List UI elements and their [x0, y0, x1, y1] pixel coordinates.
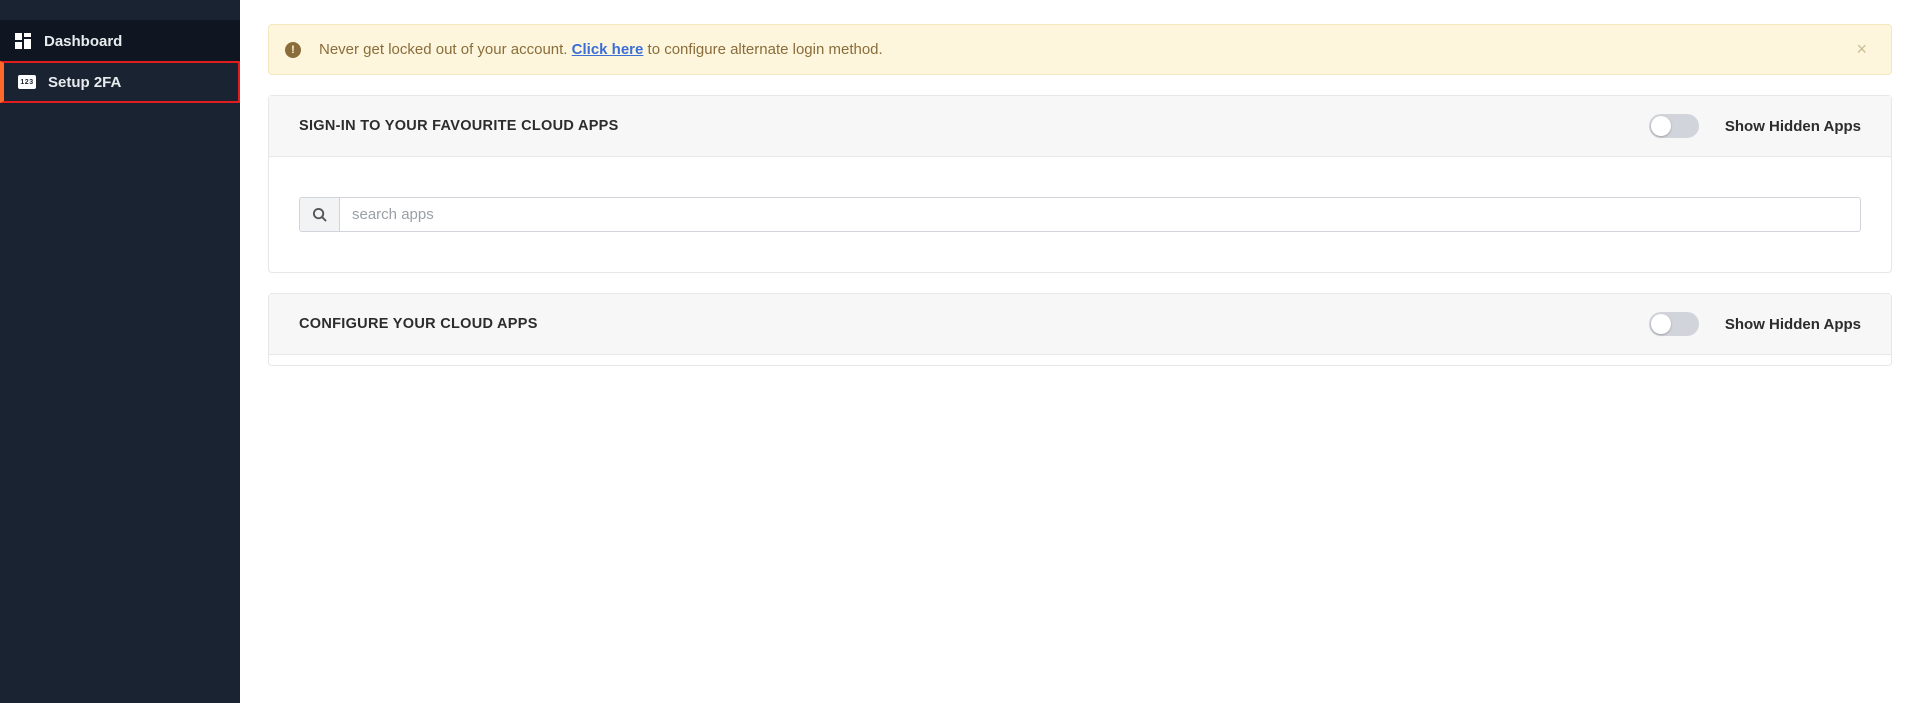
sidebar: Dashboard 123 Setup 2FA: [0, 0, 240, 703]
panel-header: SIGN-IN TO YOUR FAVOURITE CLOUD APPS Sho…: [269, 96, 1891, 157]
show-hidden-apps-toggle[interactable]: [1649, 114, 1699, 138]
panel-title: CONFIGURE YOUR CLOUD APPS: [299, 316, 538, 332]
close-icon[interactable]: ×: [1852, 39, 1871, 60]
toggle-label: Show Hidden Apps: [1725, 316, 1861, 333]
panel-title: SIGN-IN TO YOUR FAVOURITE CLOUD APPS: [299, 118, 619, 134]
panel-header: CONFIGURE YOUR CLOUD APPS Show Hidden Ap…: [269, 294, 1891, 355]
panel-body-empty: [269, 355, 1891, 365]
panel-signin-cloud-apps: SIGN-IN TO YOUR FAVOURITE CLOUD APPS Sho…: [268, 95, 1892, 273]
lockout-alert: ! Never get locked out of your account. …: [268, 24, 1892, 75]
dashboard-icon: [14, 32, 32, 50]
warning-icon: !: [285, 42, 301, 58]
search-apps-input[interactable]: [339, 197, 1861, 232]
alert-text: Never get locked out of your account. Cl…: [319, 41, 1834, 58]
sidebar-item-dashboard[interactable]: Dashboard: [0, 20, 240, 62]
toggle-label: Show Hidden Apps: [1725, 118, 1861, 135]
sidebar-item-setup-2fa[interactable]: 123 Setup 2FA: [0, 61, 240, 103]
toggle-knob: [1651, 116, 1671, 136]
search-icon: [299, 197, 339, 232]
sidebar-item-label: Dashboard: [44, 33, 122, 50]
panel-body: [269, 157, 1891, 272]
main-content: ! Never get locked out of your account. …: [240, 0, 1920, 703]
configure-alt-login-link[interactable]: Click here: [572, 41, 644, 58]
sidebar-item-label: Setup 2FA: [48, 74, 121, 91]
show-hidden-apps-toggle[interactable]: [1649, 312, 1699, 336]
otp-icon: 123: [18, 73, 36, 91]
panel-configure-cloud-apps: CONFIGURE YOUR CLOUD APPS Show Hidden Ap…: [268, 293, 1892, 366]
search-apps: [299, 197, 1861, 232]
toggle-knob: [1651, 314, 1671, 334]
